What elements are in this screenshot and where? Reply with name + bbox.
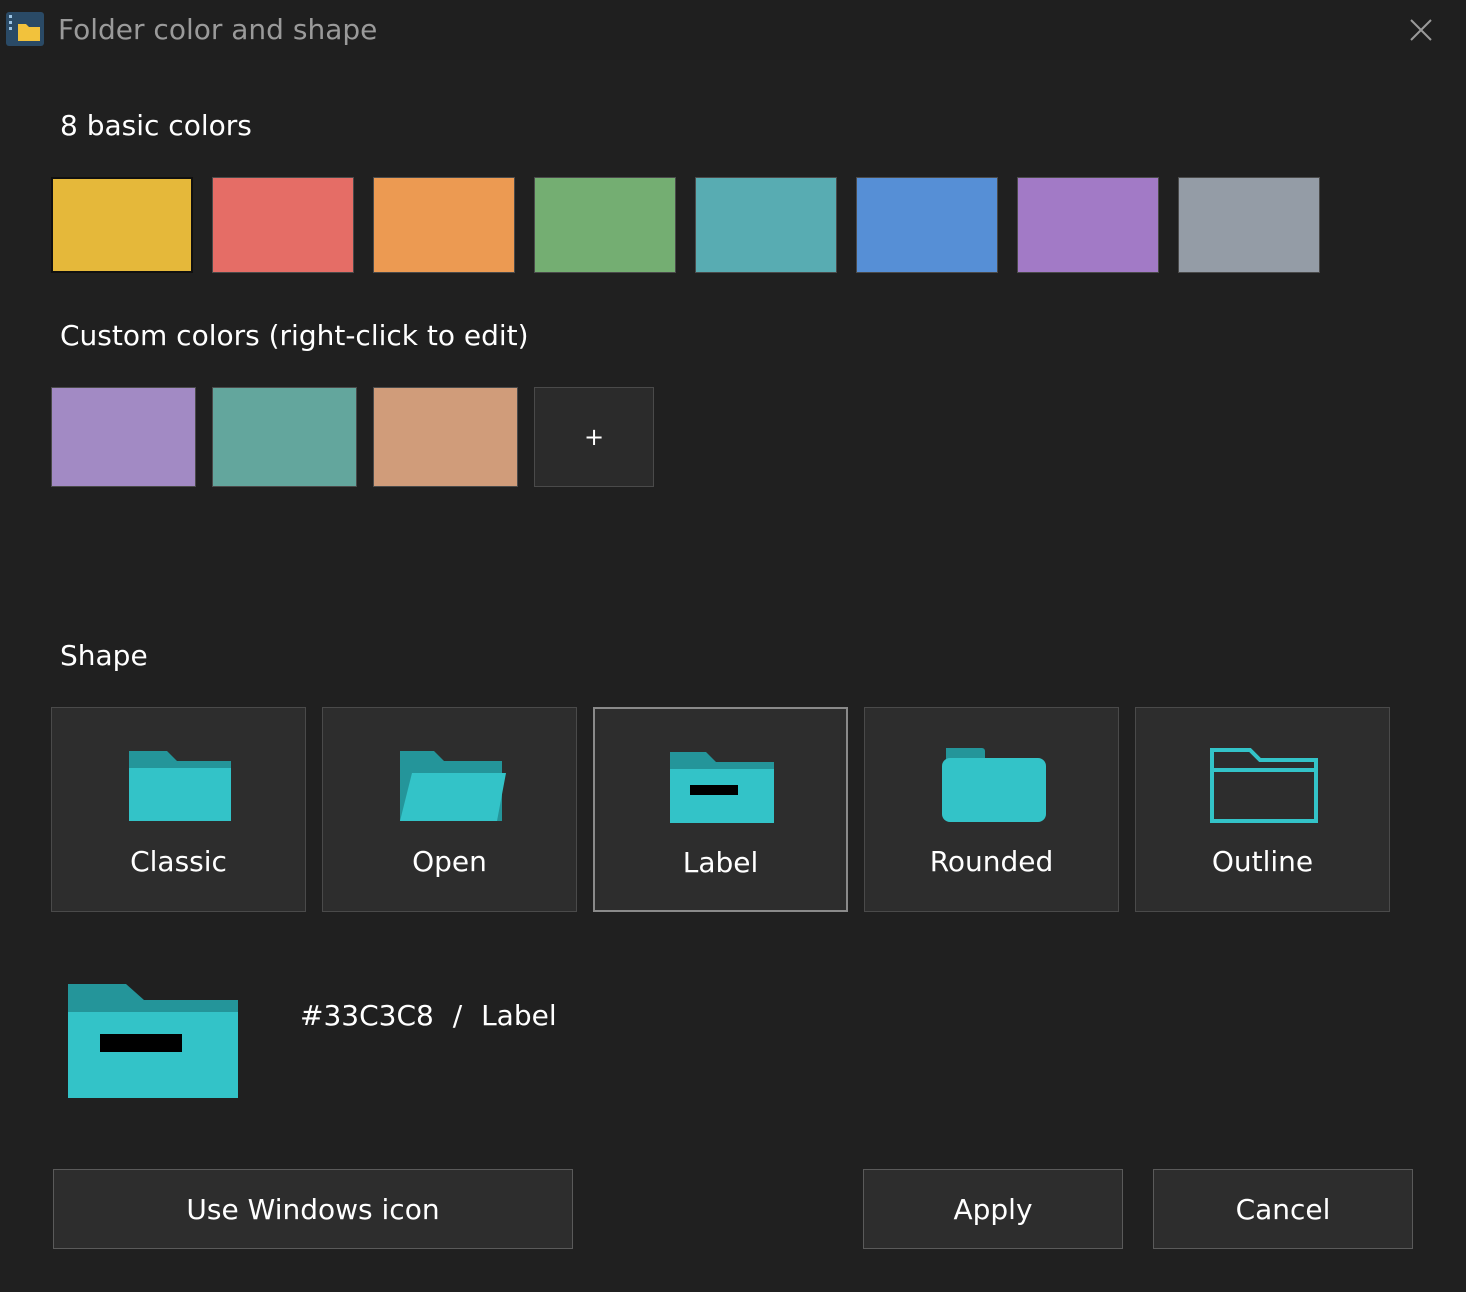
- basic-color-swatch-yellow[interactable]: [51, 177, 193, 273]
- basic-color-swatch-teal[interactable]: [695, 177, 837, 273]
- preview-color-value: #33C3C8: [300, 999, 434, 1032]
- shape-heading: Shape: [60, 639, 148, 672]
- custom-color-swatch-lavender[interactable]: [51, 387, 196, 487]
- shape-option-outline[interactable]: Outline: [1135, 707, 1390, 912]
- folder-outline-icon: [1210, 748, 1318, 823]
- folder-app-icon: [6, 12, 44, 46]
- close-icon: [1410, 19, 1432, 41]
- shape-option-label: Label: [682, 846, 759, 879]
- custom-colors-heading: Custom colors (right-click to edit): [60, 319, 529, 352]
- preview-summary: #33C3C8 / Label: [300, 998, 557, 1034]
- shape-option-rounded[interactable]: Rounded: [864, 707, 1119, 912]
- shape-option-label-selected[interactable]: Label: [593, 707, 848, 912]
- basic-color-swatch-gray[interactable]: [1178, 177, 1320, 273]
- custom-color-swatch-tan[interactable]: [373, 387, 518, 487]
- preview-separator: /: [452, 999, 463, 1032]
- preview-shape-value: Label: [481, 999, 557, 1032]
- folder-classic-icon: [129, 751, 231, 821]
- basic-color-swatch-purple[interactable]: [1017, 177, 1159, 273]
- shape-option-label: Classic: [130, 845, 227, 878]
- basic-color-swatch-orange[interactable]: [373, 177, 515, 273]
- folder-rounded-icon: [942, 748, 1046, 822]
- shape-option-label: Outline: [1211, 845, 1314, 878]
- cancel-button[interactable]: Cancel: [1153, 1169, 1413, 1249]
- folder-label-icon: [68, 984, 238, 1098]
- folder-open-icon: [400, 751, 506, 821]
- add-custom-color-button[interactable]: +: [534, 387, 654, 487]
- apply-button[interactable]: Apply: [863, 1169, 1123, 1249]
- custom-color-swatch-sage[interactable]: [212, 387, 357, 487]
- folder-label-icon: [670, 752, 774, 823]
- window-title: Folder color and shape: [58, 13, 378, 46]
- shape-option-label: Open: [412, 845, 487, 878]
- shape-option-classic[interactable]: Classic: [51, 707, 306, 912]
- title-bar: Folder color and shape: [0, 0, 1466, 60]
- basic-color-swatch-red[interactable]: [212, 177, 354, 273]
- shape-option-open[interactable]: Open: [322, 707, 577, 912]
- basic-color-swatch-green[interactable]: [534, 177, 676, 273]
- shape-option-label: Rounded: [929, 845, 1054, 878]
- basic-colors-heading: 8 basic colors: [60, 109, 252, 142]
- plus-icon: +: [583, 423, 605, 451]
- basic-color-swatch-blue[interactable]: [856, 177, 998, 273]
- close-button[interactable]: [1392, 6, 1450, 54]
- use-windows-icon-button[interactable]: Use Windows icon: [53, 1169, 573, 1249]
